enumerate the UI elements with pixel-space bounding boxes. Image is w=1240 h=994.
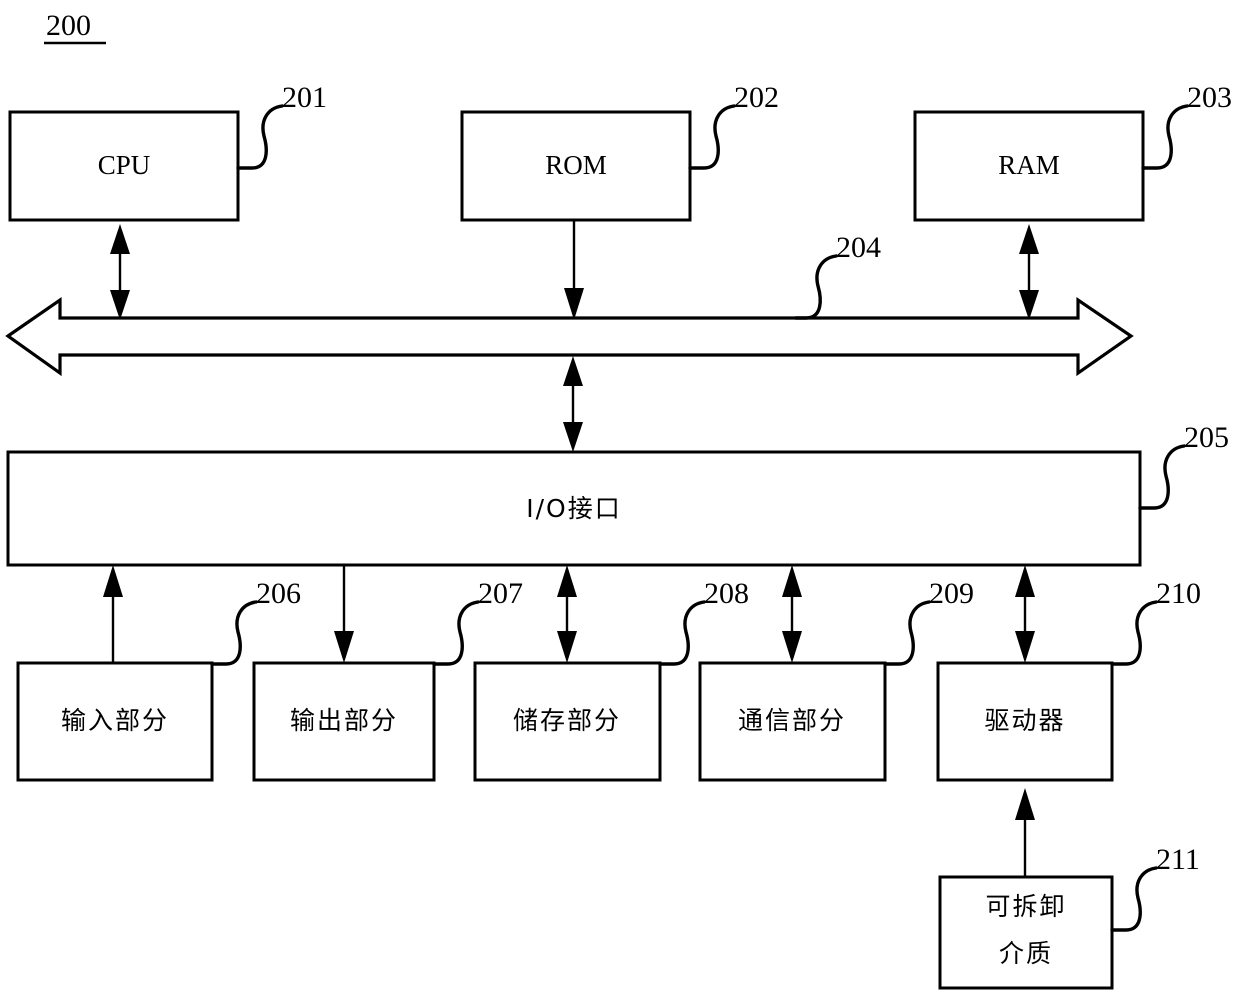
- connector-ram-bus: [1019, 224, 1039, 320]
- arrow-head-down: [782, 631, 802, 663]
- system-bus-shape: [5, 296, 1134, 377]
- input-ref-leader-line: [210, 600, 258, 666]
- arrow-head-down: [110, 290, 130, 320]
- block-io-interface: I/O接口 205: [6, 421, 1229, 567]
- arrow-head-down: [563, 422, 583, 452]
- arrow-head-up: [557, 565, 577, 597]
- output-ref-leader-line: [432, 600, 480, 666]
- arrow-head-down: [334, 631, 354, 663]
- io-interface-label: I/O接口: [526, 494, 621, 523]
- patent-figure-diagram: 200 CPU 201 ROM 202 RAM 203 204 I/O接口 20…: [0, 0, 1240, 994]
- io-ref-leader-line: [1138, 444, 1186, 510]
- io-ref-number: 205: [1184, 421, 1229, 454]
- input-ref-number: 206: [256, 577, 301, 610]
- rom-ref-leader-line: [688, 104, 736, 170]
- connector-storage-io: [557, 565, 577, 663]
- block-removable-media: 可拆卸 介质 211: [938, 788, 1200, 990]
- arrow-head-down: [557, 631, 577, 663]
- ram-ref-number: 203: [1187, 81, 1232, 114]
- communication-portion-label: 通信部分: [738, 706, 846, 735]
- communication-ref-leader-line: [883, 600, 931, 666]
- removable-media-label-line1: 可拆卸: [985, 892, 1066, 921]
- connector-cpu-bus: [110, 224, 130, 320]
- communication-ref-number: 209: [929, 577, 974, 610]
- rom-label: ROM: [545, 150, 607, 180]
- block-ram: RAM 203: [913, 81, 1232, 222]
- bus-ref-leader-line: [794, 254, 838, 320]
- storage-ref-leader-line: [658, 600, 706, 666]
- arrow-head-up: [103, 565, 123, 597]
- connector-media-driver: [1015, 788, 1035, 877]
- arrow-head-up: [563, 356, 583, 386]
- storage-portion-label: 储存部分: [513, 706, 621, 735]
- arrow-head-up: [782, 565, 802, 597]
- connector-io-output: [334, 565, 354, 663]
- connector-rom-bus: [564, 220, 584, 320]
- figure-number: 200: [46, 9, 91, 42]
- arrow-head-up: [1015, 565, 1035, 597]
- connector-driver-io: [1015, 565, 1035, 663]
- ram-ref-leader-line: [1141, 104, 1189, 170]
- arrow-head-down: [564, 288, 584, 320]
- cpu-label: CPU: [98, 150, 151, 180]
- removable-media-label-line2: 介质: [999, 939, 1053, 968]
- arrow-head-up: [1019, 224, 1039, 254]
- connector-bus-io: [563, 356, 583, 452]
- connector-communication-io: [782, 565, 802, 663]
- block-cpu: CPU 201: [8, 81, 327, 222]
- input-portion-label: 输入部分: [61, 706, 169, 735]
- connector-input-io: [103, 565, 123, 663]
- ram-label: RAM: [998, 150, 1060, 180]
- removable-media-ref-leader-line: [1110, 866, 1158, 932]
- rom-ref-number: 202: [734, 81, 779, 114]
- block-driver: 驱动器 210: [936, 565, 1201, 782]
- bus-ref-number: 204: [836, 231, 881, 264]
- driver-ref-number: 210: [1156, 577, 1201, 610]
- output-portion-label: 输出部分: [290, 706, 398, 735]
- cpu-ref-number: 201: [282, 81, 327, 114]
- figure-number-group: 200: [44, 9, 106, 45]
- arrow-head-down: [1019, 290, 1039, 320]
- block-rom: ROM 202: [460, 81, 779, 222]
- cpu-ref-leader-line: [236, 104, 284, 170]
- output-ref-number: 207: [478, 577, 523, 610]
- driver-label: 驱动器: [984, 706, 1065, 735]
- arrow-head-up: [110, 224, 130, 254]
- storage-ref-number: 208: [704, 577, 749, 610]
- removable-media-ref-number: 211: [1156, 843, 1200, 876]
- arrow-head-down: [1015, 631, 1035, 663]
- computer-system-block-diagram: 200 CPU 201 ROM 202 RAM 203 204 I/O接口 20…: [5, 9, 1232, 990]
- arrow-head-up: [1015, 788, 1035, 820]
- driver-ref-leader-line: [1110, 600, 1158, 666]
